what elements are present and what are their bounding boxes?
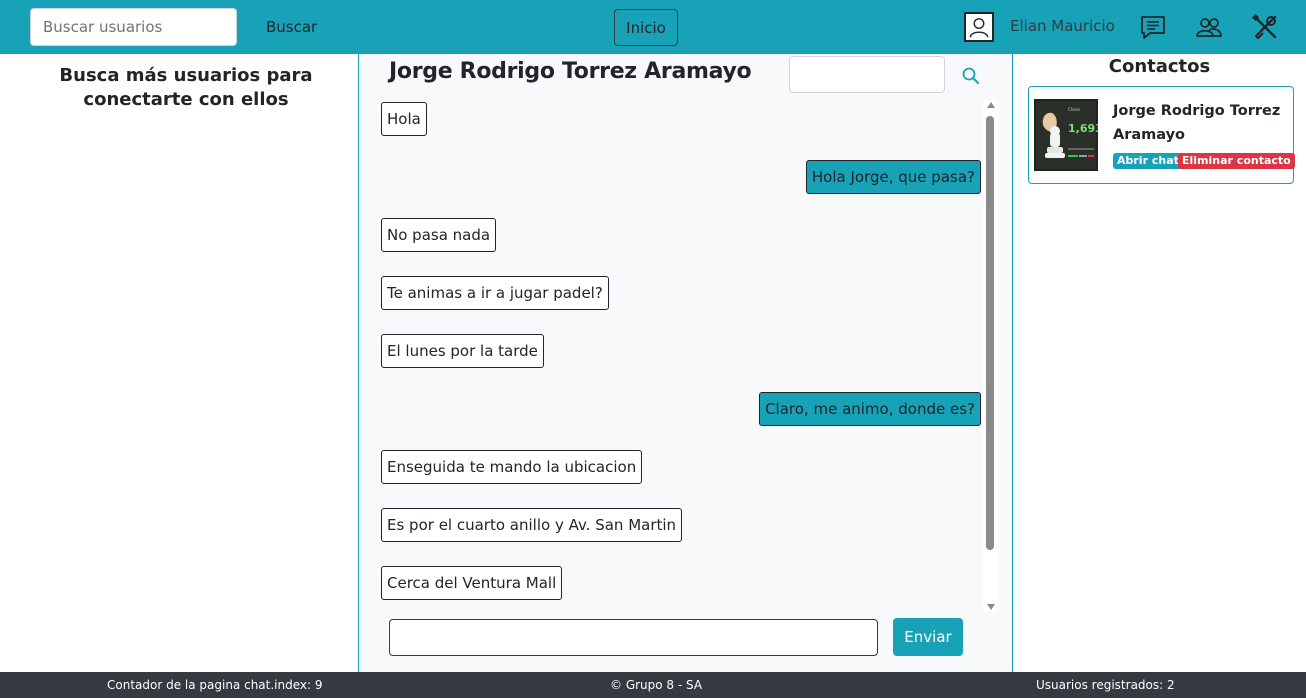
scroll-up-arrow-icon[interactable] — [987, 102, 995, 108]
registered-users-count: Usuarios registrados: 2 — [1036, 678, 1175, 692]
contact-card: Chess 1,693 Jorge Rodrigo Torrez Aramayo… — [1028, 86, 1295, 184]
message-outgoing: Hola Jorge, que pasa? — [805, 160, 981, 194]
message-incoming: Hola — [381, 102, 427, 136]
contacts-panel: Contactos Chess 1,693 Jorge Rodrigo Torr… — [1013, 54, 1306, 672]
message-scrollbar[interactable] — [983, 100, 998, 612]
svg-text:Chess: Chess — [1068, 107, 1080, 112]
contact-name: Jorge Rodrigo Torrez Aramayo — [1113, 103, 1281, 143]
message-incoming: Te animas a ir a jugar padel? — [381, 276, 609, 310]
open-chat-button[interactable]: Abrir chat — [1113, 153, 1183, 169]
svg-text:1,693: 1,693 — [1068, 122, 1098, 135]
copyright: © Grupo 8 - SA — [610, 678, 703, 692]
chat-icon[interactable] — [1139, 13, 1167, 41]
message-incoming: Es por el cuarto anillo y Av. San Martin — [381, 508, 683, 542]
send-button[interactable]: Enviar — [893, 618, 963, 656]
chat-search-input[interactable] — [789, 56, 945, 93]
scroll-down-arrow-icon[interactable] — [987, 604, 995, 610]
users-icon[interactable] — [1195, 13, 1223, 41]
tools-icon[interactable] — [1251, 13, 1279, 41]
user-name[interactable]: Elian Mauricio — [1010, 17, 1115, 35]
search-button[interactable]: Buscar — [256, 8, 327, 46]
find-users-heading: Busca más usuarios para conectarte con e… — [59, 65, 313, 110]
search-users-input[interactable] — [30, 8, 237, 46]
message-list[interactable]: Hola Hola Jorge, que pasa? No pasa nada … — [381, 100, 983, 612]
page-counter: Contador de la pagina chat.index: 9 — [107, 678, 323, 692]
home-button[interactable]: Inicio — [614, 9, 678, 46]
contact-avatar-image: Chess 1,693 — [1034, 99, 1098, 171]
left-panel: Busca más usuarios para conectarte con e… — [0, 54, 358, 672]
delete-contact-button[interactable]: Eliminar contacto — [1178, 153, 1295, 169]
contacts-heading: Contactos — [1108, 56, 1211, 77]
page-footer: Contador de la pagina chat.index: 9 © Gr… — [0, 672, 1306, 698]
message-incoming: Enseguida te mando la ubicacion — [381, 450, 643, 484]
message-incoming: Cerca del Ventura Mall — [381, 566, 563, 600]
user-avatar-icon[interactable] — [964, 12, 994, 42]
message-incoming: No pasa nada — [381, 218, 497, 252]
chat-panel: Jorge Rodrigo Torrez Aramayo Hola Hola J… — [358, 54, 1013, 672]
chat-title: Jorge Rodrigo Torrez Aramayo — [389, 59, 752, 84]
top-navbar: Buscar Inicio Elian Mauricio — [0, 0, 1306, 54]
message-input[interactable] — [389, 619, 878, 656]
scroll-thumb[interactable] — [986, 116, 994, 550]
message-outgoing: Claro, me animo, donde es? — [759, 392, 981, 426]
message-incoming: El lunes por la tarde — [381, 334, 544, 368]
search-icon[interactable] — [961, 66, 981, 86]
